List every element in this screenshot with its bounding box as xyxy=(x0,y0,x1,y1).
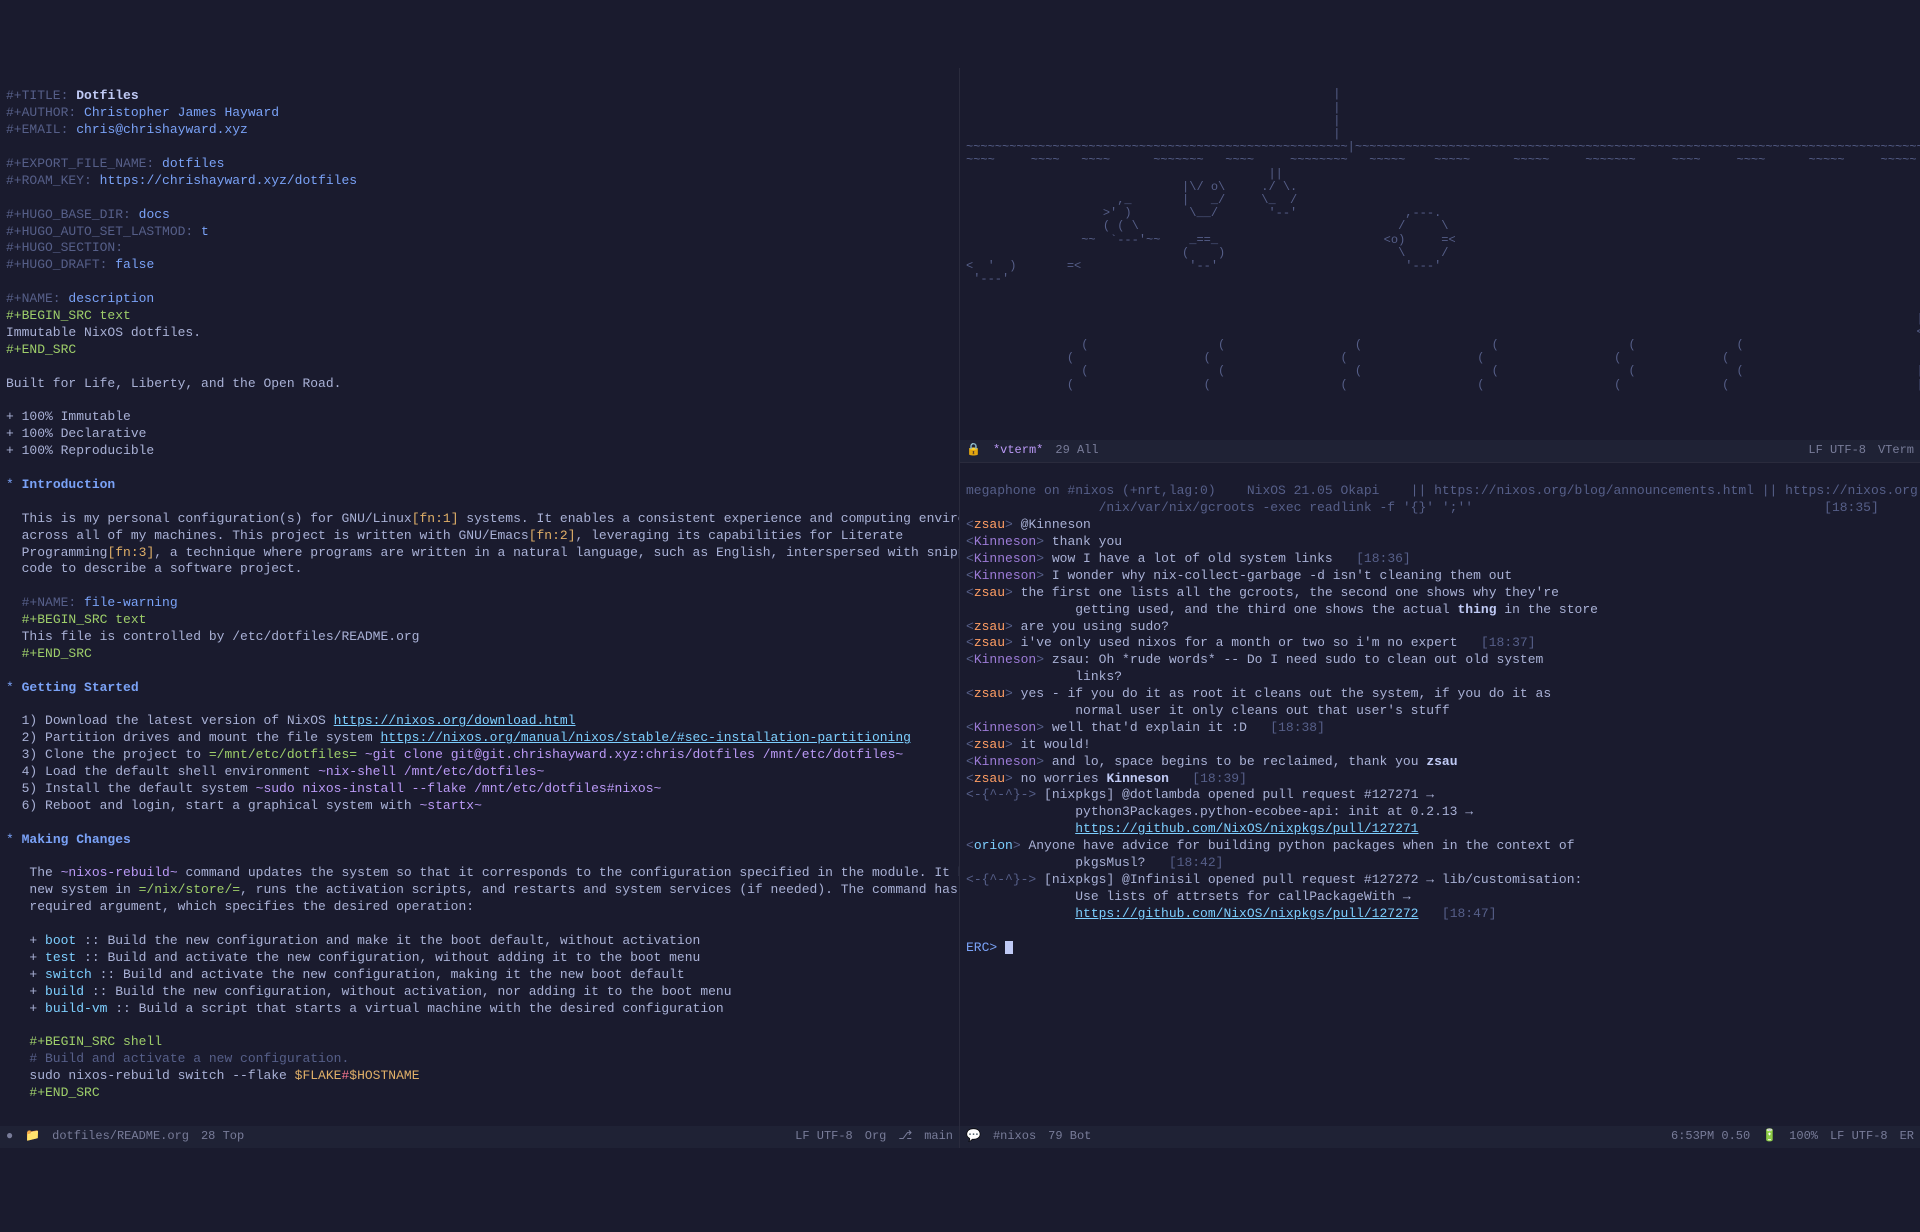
vterm-buffer[interactable]: | | | | ~~~~~~~~~~~~~~~~~~~~~~~~~~~~~~~~… xyxy=(960,68,1920,463)
modeline-battery: 100% xyxy=(1789,1129,1818,1145)
folder-icon: 📁 xyxy=(25,1129,40,1145)
modeline-major: Org xyxy=(865,1129,887,1145)
irc-link[interactable]: https://github.com/NixOS/nixpkgs/pull/12… xyxy=(1075,906,1418,921)
modeline-vterm: 🔒 *vterm* 29 All LF UTF-8 VTerm xyxy=(960,440,1920,462)
modeline-pos: 28 Top xyxy=(201,1129,244,1145)
modeline-major: ER xyxy=(1900,1129,1914,1145)
modeline-branch: main xyxy=(924,1129,953,1145)
org-buffer[interactable]: #+TITLE: Dotfiles #+AUTHOR: Christopher … xyxy=(0,68,960,1148)
modeline-major: VTerm xyxy=(1878,443,1914,459)
footnote-2[interactable]: [fn:2] xyxy=(529,528,576,543)
modeline-buffer: *vterm* xyxy=(993,443,1043,459)
cursor[interactable] xyxy=(1005,941,1013,954)
modeline-pos: 29 All xyxy=(1055,443,1098,459)
modeline-encoding: LF UTF-8 xyxy=(1830,1129,1888,1145)
heading-making-changes[interactable]: Making Changes xyxy=(22,832,131,847)
modeline-encoding: LF UTF-8 xyxy=(795,1129,853,1145)
org-kw-title: #+TITLE: xyxy=(6,88,68,103)
irc-link[interactable]: https://github.com/NixOS/nixpkgs/pull/12… xyxy=(1075,821,1418,836)
erc-prompt: ERC> xyxy=(966,940,997,955)
modeline-org: ● 📁 dotfiles/README.org 28 Top LF UTF-8 … xyxy=(0,1126,959,1148)
irc-log: <zsau> @Kinneson <Kinneson> thank you <K… xyxy=(966,517,1914,922)
chat-icon: 💬 xyxy=(966,1129,981,1145)
ascii-art: | | | | ~~~~~~~~~~~~~~~~~~~~~~~~~~~~~~~~… xyxy=(966,88,1914,391)
modeline-encoding: LF UTF-8 xyxy=(1808,443,1866,459)
irc-topic: megaphone on #nixos (+nrt,lag:0) NixOS 2… xyxy=(966,483,1920,498)
org-title: Dotfiles xyxy=(76,88,138,103)
lock-icon: 🔒 xyxy=(966,443,981,459)
footnote-1[interactable]: [fn:1] xyxy=(412,511,459,526)
link-nixos-download[interactable]: https://nixos.org/download.html xyxy=(334,713,576,728)
footnote-3[interactable]: [fn:3] xyxy=(107,545,154,560)
erc-buffer[interactable]: megaphone on #nixos (+nrt,lag:0) NixOS 2… xyxy=(960,463,1920,1148)
heading-getting-started[interactable]: Getting Started xyxy=(22,680,139,695)
modeline-status-icon: ● xyxy=(6,1129,13,1145)
modeline-file: dotfiles/README.org xyxy=(52,1129,189,1145)
branch-icon: ⎇ xyxy=(898,1129,912,1145)
battery-icon: 🔋 xyxy=(1762,1129,1777,1145)
modeline-pos: 79 Bot xyxy=(1048,1129,1091,1145)
link-nixos-partitioning[interactable]: https://nixos.org/manual/nixos/stable/#s… xyxy=(380,730,911,745)
modeline-clock: 6:53PM 0.50 xyxy=(1671,1129,1750,1145)
heading-intro[interactable]: Introduction xyxy=(22,477,116,492)
modeline-buffer: #nixos xyxy=(993,1129,1036,1145)
modeline-erc: 💬 #nixos 79 Bot 6:53PM 0.50 🔋 100% LF UT… xyxy=(960,1126,1920,1148)
